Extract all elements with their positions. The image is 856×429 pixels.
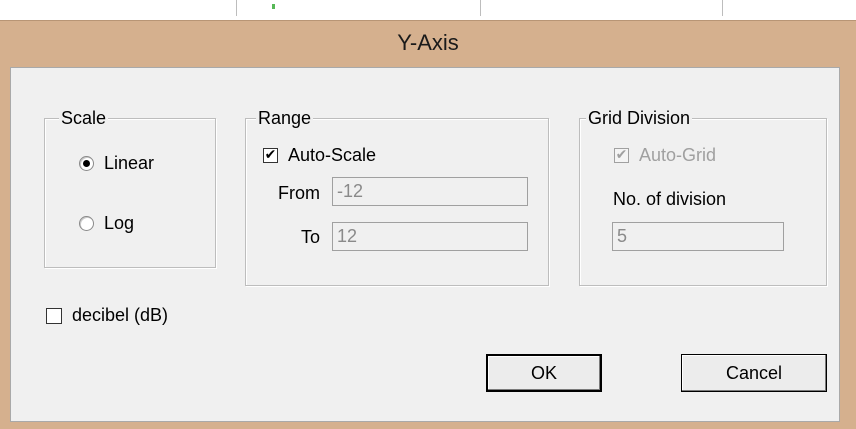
auto-grid-checkbox[interactable]: ✔ Auto-Grid: [614, 145, 716, 166]
radio-linear-indicator[interactable]: [79, 156, 94, 171]
radio-log[interactable]: Log: [79, 213, 134, 234]
dialog-client-area: Scale Linear Log Range ✔ Auto-Scale From…: [10, 67, 840, 422]
radio-log-indicator[interactable]: [79, 216, 94, 231]
background-window: [0, 0, 856, 20]
y-axis-dialog: Y-Axis Scale Linear Log Range ✔ Auto-Sca…: [0, 20, 856, 429]
radio-log-label: Log: [104, 213, 135, 233]
background-divider: [722, 0, 723, 16]
dialog-title-bar[interactable]: Y-Axis: [0, 21, 856, 65]
radio-linear[interactable]: Linear: [79, 153, 154, 174]
scale-group: Scale Linear Log: [44, 107, 216, 268]
background-divider: [480, 0, 481, 16]
decibel-checkbox-box[interactable]: [46, 307, 62, 324]
cancel-button[interactable]: Cancel: [681, 354, 827, 392]
background-divider: [236, 0, 237, 16]
auto-scale-checkbox[interactable]: ✔ Auto-Scale: [263, 145, 376, 166]
scale-group-legend: Scale: [59, 107, 109, 129]
decibel-label: decibel (dB): [72, 305, 169, 325]
ok-button[interactable]: OK: [486, 354, 602, 392]
radio-linear-label: Linear: [104, 153, 155, 173]
grid-division-group: Grid Division ✔ Auto-Grid No. of divisio…: [579, 107, 827, 286]
range-group: Range ✔ Auto-Scale From -12 To 12: [245, 107, 549, 286]
decibel-checkbox[interactable]: decibel (dB): [46, 305, 168, 326]
range-group-legend: Range: [256, 107, 314, 129]
auto-scale-label: Auto-Scale: [288, 145, 377, 165]
divisions-input[interactable]: 5: [612, 222, 784, 251]
divisions-label: No. of division: [613, 189, 727, 209]
dialog-title: Y-Axis: [397, 30, 459, 55]
auto-grid-label: Auto-Grid: [639, 145, 717, 165]
from-input[interactable]: -12: [332, 177, 528, 206]
background-mark: [272, 4, 275, 9]
to-input[interactable]: 12: [332, 222, 528, 251]
grid-division-legend: Grid Division: [586, 107, 693, 129]
check-mark-icon[interactable]: ✔: [263, 148, 278, 163]
check-mark-icon[interactable]: ✔: [614, 148, 629, 163]
to-label: To: [300, 227, 320, 247]
from-label: From: [278, 183, 320, 203]
